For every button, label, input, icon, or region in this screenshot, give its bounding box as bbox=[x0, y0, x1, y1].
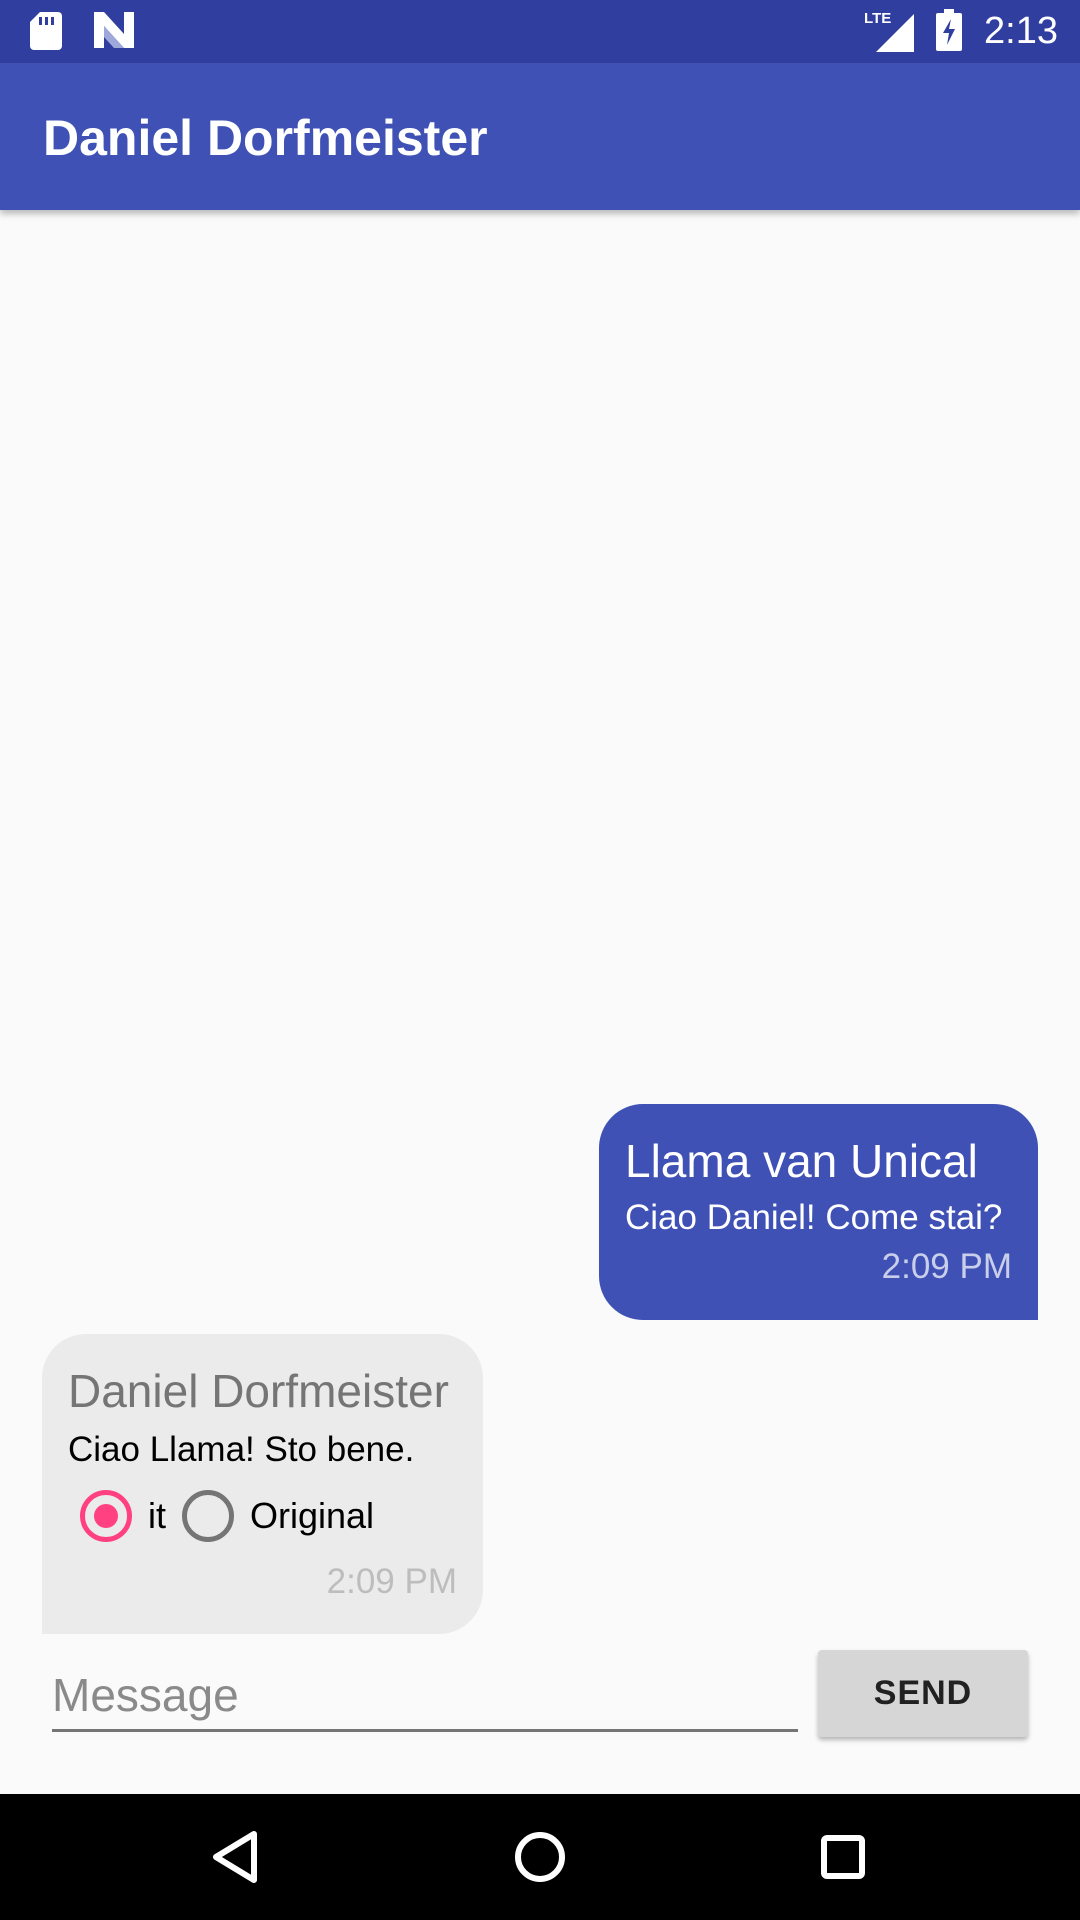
status-clock: 2:13 bbox=[984, 10, 1058, 52]
radio-unchecked-icon[interactable] bbox=[182, 1490, 234, 1542]
send-button[interactable]: SEND bbox=[818, 1650, 1028, 1737]
message-timestamp: 2:09 PM bbox=[881, 1247, 1012, 1286]
incoming-message-bubble: Daniel Dorfmeister Ciao Llama! Sto bene.… bbox=[42, 1334, 483, 1634]
signal-icon: LTE bbox=[864, 10, 915, 52]
message-text: Ciao Llama! Sto bene. bbox=[68, 1430, 415, 1469]
home-icon[interactable] bbox=[507, 1824, 573, 1890]
status-bar: LTE 2:13 bbox=[0, 0, 1080, 63]
message-sender: Llama van Unical bbox=[625, 1135, 978, 1187]
radio-checked-icon[interactable] bbox=[80, 1490, 132, 1542]
radio-label: Original bbox=[250, 1495, 375, 1536]
battery-charging-icon bbox=[936, 8, 963, 55]
radio-label: it bbox=[148, 1495, 166, 1536]
language-radio-group: it Original bbox=[80, 1486, 390, 1546]
radio-option-it[interactable]: it bbox=[80, 1490, 182, 1542]
navigation-bar bbox=[0, 1794, 1080, 1920]
outgoing-message-bubble: Llama van Unical Ciao Daniel! Come stai?… bbox=[599, 1104, 1038, 1320]
network-type-label: LTE bbox=[864, 9, 892, 27]
message-input[interactable] bbox=[52, 1660, 798, 1732]
recents-icon[interactable] bbox=[810, 1824, 876, 1890]
radio-option-original[interactable]: Original bbox=[182, 1490, 390, 1542]
app-bar: Daniel Dorfmeister bbox=[0, 63, 1080, 210]
page-title: Daniel Dorfmeister bbox=[43, 110, 488, 166]
back-icon[interactable] bbox=[202, 1824, 268, 1890]
message-sender: Daniel Dorfmeister bbox=[68, 1365, 449, 1417]
sd-card-icon bbox=[30, 12, 62, 54]
notification-n-icon bbox=[94, 12, 134, 54]
message-text: Ciao Daniel! Come stai? bbox=[625, 1198, 1003, 1237]
message-timestamp: 2:09 PM bbox=[326, 1562, 457, 1601]
